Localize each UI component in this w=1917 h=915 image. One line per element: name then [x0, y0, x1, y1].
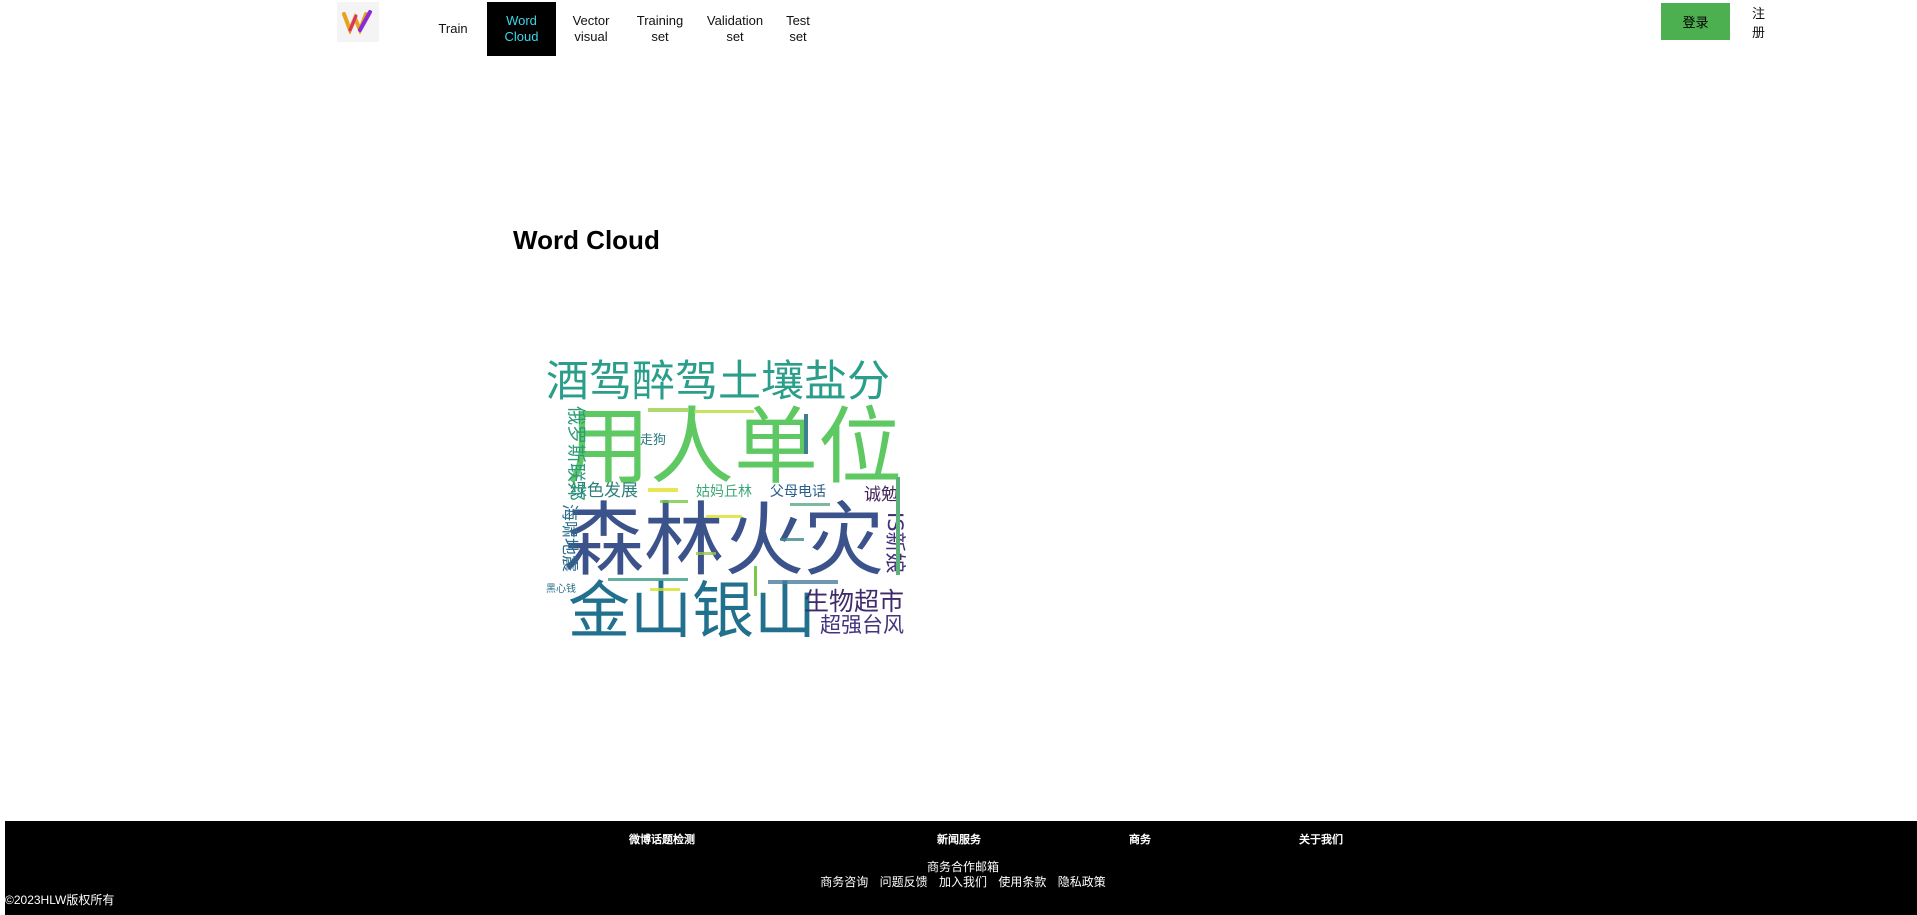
nav-train-label: Train: [438, 21, 468, 36]
cloud-word: 金山银山: [568, 574, 816, 642]
nav-test-set[interactable]: Test set: [772, 2, 824, 56]
cloud-word: 超强台风: [820, 613, 904, 637]
nav-word-cloud-label: Word Cloud: [504, 13, 539, 44]
nav-word-cloud[interactable]: Word Cloud: [487, 2, 556, 56]
logo[interactable]: [337, 2, 379, 42]
footer-link-weibo[interactable]: 微博话题检测: [629, 831, 695, 847]
login-button[interactable]: 登录: [1661, 3, 1730, 40]
nav-validation-set[interactable]: Validation set: [699, 2, 771, 56]
cloud-word: 姑妈丘林: [696, 484, 752, 500]
cloud-word: 海啸地震: [559, 504, 579, 572]
footer-link-news[interactable]: 新闻服务: [937, 831, 981, 847]
footer-link-feedback[interactable]: 问题反馈: [880, 875, 928, 889]
cloud-word: 诚勉: [864, 485, 898, 505]
footer-link-join[interactable]: 加入我们: [939, 875, 987, 889]
nav-test-set-label: Test set: [786, 13, 810, 44]
register-button[interactable]: 注册: [1752, 3, 1776, 40]
nav-validation-set-label: Validation set: [706, 13, 764, 44]
footer-secondary-links: 商务咨询 问题反馈 加入我们 使用条款 隐私政策: [5, 873, 1917, 890]
nav-train[interactable]: Train: [429, 2, 477, 56]
nav-training-set[interactable]: Training set: [629, 2, 691, 56]
footer-link-about[interactable]: 关于我们: [1299, 831, 1343, 847]
logo-icon: [342, 10, 372, 34]
footer: 微博话题检测 新闻服务 商务 关于我们 商务合作邮箱 商务咨询 问题反馈 加入我…: [5, 821, 1917, 915]
page-title: Word Cloud: [513, 225, 660, 255]
nav-vector-visual[interactable]: Vector visual: [563, 2, 619, 56]
cloud-word: IS新娘: [883, 512, 907, 574]
footer-link-terms[interactable]: 使用条款: [998, 875, 1046, 889]
cloud-word: 黑心钱: [546, 582, 576, 595]
nav-training-set-label: Training set: [636, 13, 684, 44]
footer-link-privacy[interactable]: 隐私政策: [1058, 875, 1106, 889]
footer-link-business[interactable]: 商务: [1129, 831, 1151, 847]
cloud-word: 父母电话: [770, 484, 826, 500]
top-navbar: Train Word Cloud Vector visual Training …: [0, 0, 1917, 60]
footer-link-consult[interactable]: 商务咨询: [820, 875, 868, 889]
word-cloud-image: 酒驾醉驾土壤盐分 用人单位 森林火灾 金山银山 生物超市 超强台风 绿色发展 姑…: [540, 352, 916, 642]
cloud-word: 俄罗斯联邦: [565, 406, 587, 501]
cloud-word: 生物超市: [804, 587, 904, 616]
cloud-word: 走狗: [640, 433, 666, 448]
nav-vector-visual-label: Vector visual: [572, 13, 610, 44]
copyright: ©2023HLW版权所有: [5, 893, 115, 907]
